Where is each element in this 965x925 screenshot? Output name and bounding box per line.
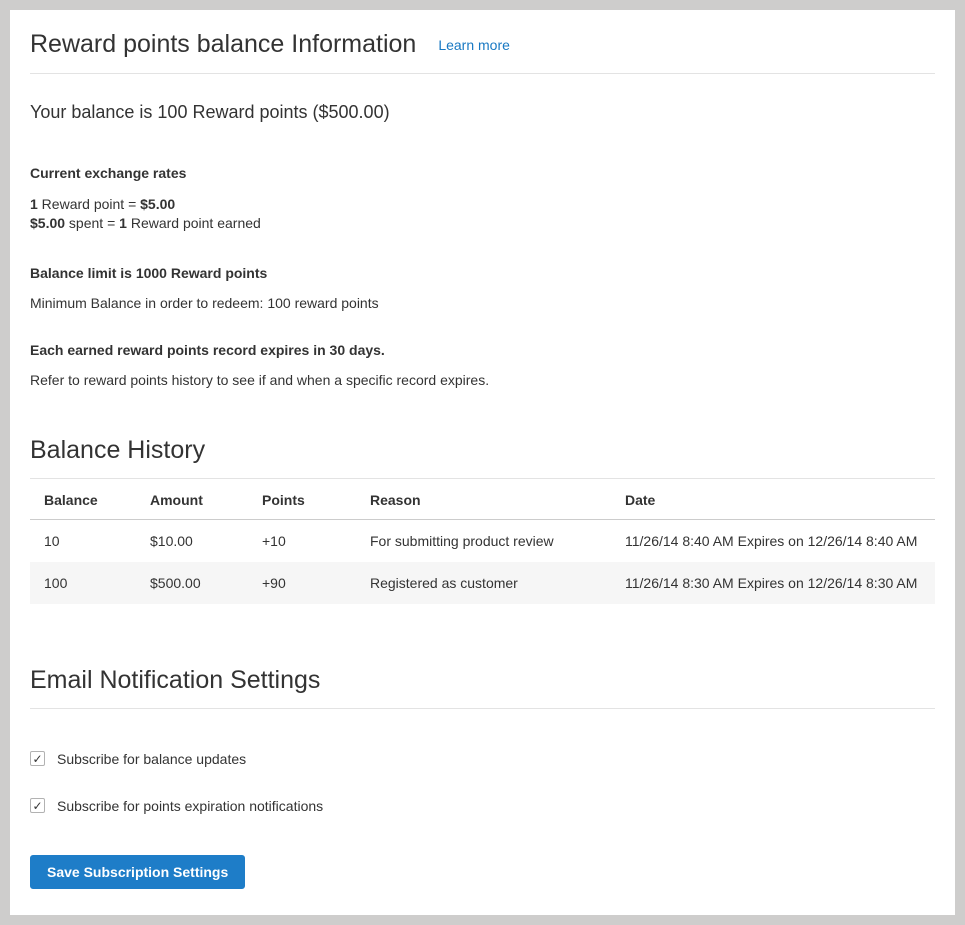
learn-more-link[interactable]: Learn more	[438, 37, 510, 53]
rate-amount-value: $5.00	[140, 196, 175, 212]
exchange-rates: 1 Reward point = $5.00 $5.00 spent = 1 R…	[30, 195, 935, 234]
spent-amount-value: $5.00	[30, 215, 65, 231]
exchange-rates-heading: Current exchange rates	[30, 165, 935, 181]
title-divider	[30, 73, 935, 74]
cell-reason: Registered as customer	[356, 562, 611, 604]
page-header: Reward points balance Information Learn …	[30, 24, 935, 59]
balance-history-table: Balance Amount Points Reason Date 10 $10…	[30, 479, 935, 604]
table-header-row: Balance Amount Points Reason Date	[30, 479, 935, 520]
cell-date: 11/26/14 8:40 AM Expires on 12/26/14 8:4…	[611, 519, 935, 562]
table-row: 10 $10.00 +10 For submitting product rev…	[30, 519, 935, 562]
cell-date: 11/26/14 8:30 AM Expires on 12/26/14 8:3…	[611, 562, 935, 604]
expiration-note: Refer to reward points history to see if…	[30, 372, 935, 388]
table-row: 100 $500.00 +90 Registered as customer 1…	[30, 562, 935, 604]
cell-amount: $500.00	[136, 562, 248, 604]
cell-balance: 100	[30, 562, 136, 604]
spent-middle-text: spent =	[65, 215, 119, 231]
rate-to-points: $5.00 spent = 1 Reward point earned	[30, 215, 261, 231]
email-settings-title: Email Notification Settings	[30, 666, 935, 709]
subscribe-expiration-label: Subscribe for points expiration notifica…	[57, 798, 323, 814]
reward-points-page: Reward points balance Information Learn …	[10, 10, 955, 915]
column-header-date: Date	[611, 479, 935, 520]
minimum-balance-note: Minimum Balance in order to redeem: 100 …	[30, 295, 935, 311]
save-subscription-settings-button[interactable]: Save Subscription Settings	[30, 855, 245, 889]
subscribe-balance-updates-row: ✓ Subscribe for balance updates	[30, 751, 935, 767]
earned-points-value: 1	[119, 215, 127, 231]
rate-middle-text: Reward point =	[38, 196, 140, 212]
column-header-balance: Balance	[30, 479, 136, 520]
cell-points: +90	[248, 562, 356, 604]
balance-history-title: Balance History	[30, 436, 935, 479]
column-header-reason: Reason	[356, 479, 611, 520]
subscribe-expiration-row: ✓ Subscribe for points expiration notifi…	[30, 798, 935, 814]
balance-limit-heading: Balance limit is 1000 Reward points	[30, 265, 935, 281]
cell-reason: For submitting product review	[356, 519, 611, 562]
cell-amount: $10.00	[136, 519, 248, 562]
balance-summary: Your balance is 100 Reward points ($500.…	[30, 102, 935, 123]
page-title: Reward points balance Information	[30, 30, 416, 59]
column-header-amount: Amount	[136, 479, 248, 520]
subscribe-expiration-checkbox[interactable]: ✓	[30, 798, 45, 813]
cell-points: +10	[248, 519, 356, 562]
subscribe-balance-updates-label: Subscribe for balance updates	[57, 751, 246, 767]
rate-to-currency: 1 Reward point = $5.00	[30, 196, 175, 212]
rate-points-value: 1	[30, 196, 38, 212]
expiration-heading: Each earned reward points record expires…	[30, 342, 935, 358]
earned-suffix-text: Reward point earned	[127, 215, 261, 231]
subscribe-balance-updates-checkbox[interactable]: ✓	[30, 751, 45, 766]
column-header-points: Points	[248, 479, 356, 520]
cell-balance: 10	[30, 519, 136, 562]
